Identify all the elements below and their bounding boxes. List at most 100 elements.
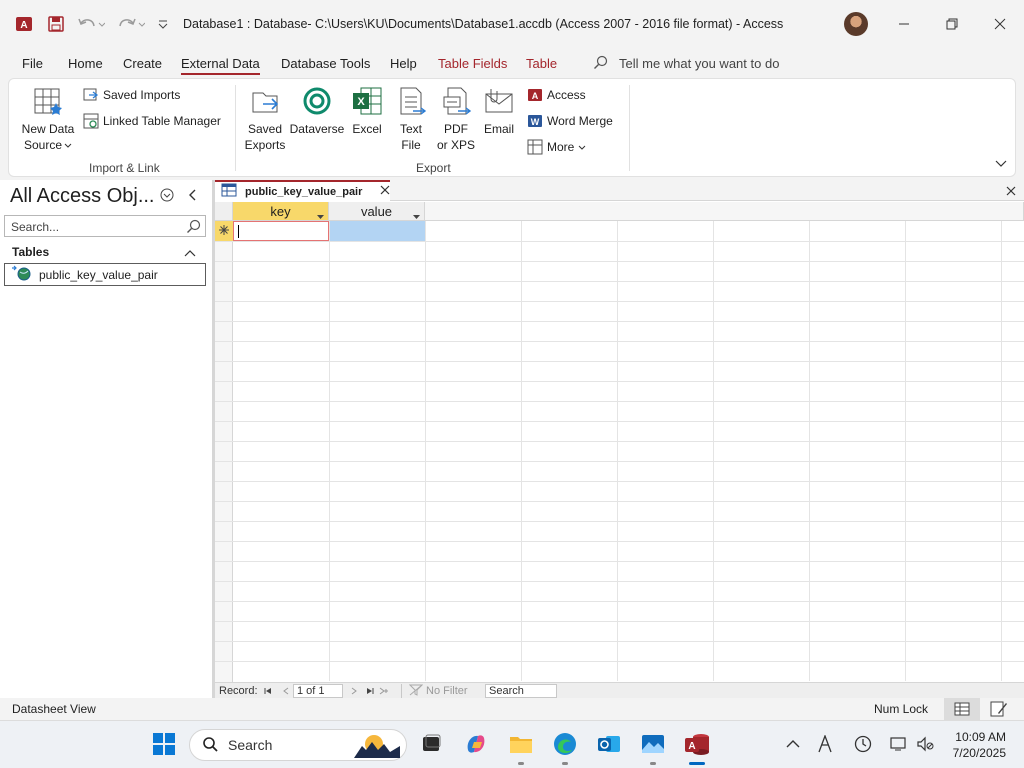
column-header-empty[interactable] [425, 202, 1024, 221]
grid-line [215, 461, 1024, 462]
email-button[interactable]: Email [479, 85, 519, 137]
tab-database-tools[interactable]: Database Tools [281, 56, 370, 71]
active-app-indicator [689, 762, 705, 765]
copilot-icon[interactable] [463, 731, 489, 757]
tell-me-text: Tell me what you want to do [619, 56, 780, 71]
minimize-button[interactable] [889, 12, 919, 36]
nav-pane-menu-icon[interactable] [160, 188, 174, 205]
access-taskbar-icon[interactable]: A [684, 731, 710, 757]
close-tab-icon[interactable] [380, 185, 390, 198]
edge-browser-icon[interactable] [552, 731, 578, 757]
nav-item-table[interactable]: public_key_value_pair [4, 263, 206, 286]
task-view-icon[interactable] [418, 731, 444, 757]
previous-record-icon[interactable] [281, 684, 291, 698]
tab-file[interactable]: File [22, 56, 43, 71]
grid-line [521, 221, 522, 681]
dataverse-button[interactable]: Dataverse [289, 85, 345, 137]
pdf-xps-button[interactable]: PDF or XPS [433, 85, 479, 153]
more-label: More [547, 140, 575, 154]
linked-table-manager-button[interactable]: Linked Table Manager [83, 113, 221, 129]
tab-help[interactable]: Help [390, 56, 417, 71]
collapse-ribbon-icon[interactable] [995, 157, 1007, 171]
datasheet-view-button[interactable] [944, 698, 980, 720]
last-record-icon[interactable] [365, 684, 375, 698]
saved-imports-button[interactable]: Saved Imports [83, 87, 180, 103]
select-all-corner[interactable] [215, 202, 233, 221]
value-cell-input[interactable] [329, 221, 425, 241]
svg-text:A: A [20, 20, 27, 31]
more-icon [527, 139, 543, 155]
grid-line [215, 641, 1024, 642]
save-icon[interactable] [44, 12, 68, 36]
chevron-up-icon[interactable] [184, 246, 196, 260]
clock-sync-icon[interactable] [850, 731, 876, 757]
windows-start-icon[interactable] [151, 731, 177, 757]
new-data-source-button[interactable]: New Data Source [19, 85, 77, 153]
new-record-nav-icon[interactable] [379, 684, 391, 698]
tab-home[interactable]: Home [68, 56, 103, 71]
undo-icon[interactable] [74, 12, 108, 36]
clock-time: 10:09 AM [955, 730, 1006, 744]
pen-menu-icon[interactable] [812, 731, 838, 757]
grid-line [713, 221, 714, 681]
record-search-input[interactable]: Search [485, 684, 557, 698]
tab-table[interactable]: Table [526, 56, 557, 71]
search-icon [186, 218, 202, 237]
customize-qat-icon[interactable] [154, 12, 172, 36]
document-tab-bar: public_key_value_pair [215, 180, 1024, 201]
volume-muted-icon[interactable] [912, 731, 938, 757]
column-header-label: key [270, 203, 291, 219]
nav-search-input[interactable]: Search... [4, 215, 206, 237]
taskbar-clock[interactable]: 10:09 AM 7/20/2025 [944, 729, 1006, 761]
nav-item-label: public_key_value_pair [39, 267, 158, 282]
taskbar-search-box[interactable]: Search [189, 729, 407, 761]
restore-button[interactable] [937, 12, 967, 36]
excel-button[interactable]: X Excel [347, 85, 387, 137]
lightbulb-icon [593, 54, 609, 73]
shutter-bar-close-icon[interactable] [186, 188, 200, 205]
new-record-star-icon [219, 224, 229, 238]
close-document-icon[interactable] [1006, 185, 1016, 199]
linked-table-manager-label: Linked Table Manager [103, 114, 221, 128]
close-window-button[interactable] [985, 12, 1015, 36]
next-record-icon[interactable] [349, 684, 359, 698]
redo-icon[interactable] [114, 12, 148, 36]
user-avatar[interactable] [844, 12, 868, 36]
saved-exports-button[interactable]: Saved Exports [243, 85, 287, 153]
column-header-key[interactable]: key [233, 202, 329, 221]
new-record-selector[interactable] [215, 221, 233, 241]
nav-pane-title[interactable]: All Access Obj... [10, 185, 155, 208]
no-filter-button[interactable]: No Filter [408, 684, 468, 698]
grid-line [215, 581, 1024, 582]
document-tab[interactable]: public_key_value_pair [215, 180, 390, 201]
text-file-button[interactable]: Text File [391, 85, 431, 153]
current-record-input[interactable]: 1 of 1 [293, 684, 343, 698]
export-access-button[interactable]: A Access [527, 87, 586, 103]
grid-line [215, 341, 1024, 342]
tab-external-data[interactable]: External Data [181, 56, 260, 75]
grid-line [809, 221, 810, 681]
datasheet-grid[interactable]: key value [215, 202, 1024, 682]
network-icon[interactable] [886, 731, 912, 757]
column-header-value[interactable]: value [329, 202, 425, 221]
outlook-icon[interactable] [596, 731, 622, 757]
navigation-pane: All Access Obj... Search... Tables publi… [0, 180, 212, 698]
tab-create[interactable]: Create [123, 56, 162, 71]
first-record-icon[interactable] [263, 684, 273, 698]
grid-line [905, 221, 906, 681]
word-merge-button[interactable]: W Word Merge [527, 113, 613, 129]
running-indicator [562, 762, 568, 765]
show-hidden-icons-icon[interactable] [780, 731, 806, 757]
text-file-icon [395, 85, 427, 117]
record-selector-column [215, 202, 233, 682]
no-filter-label: No Filter [426, 685, 468, 697]
tell-me-box[interactable]: Tell me what you want to do [593, 54, 779, 73]
key-cell-input[interactable] [233, 221, 329, 241]
photos-icon[interactable] [640, 731, 666, 757]
grid-line [215, 441, 1024, 442]
tab-table-fields[interactable]: Table Fields [438, 56, 507, 71]
file-explorer-icon[interactable] [508, 731, 534, 757]
more-button[interactable]: More [527, 139, 586, 155]
design-view-button[interactable] [990, 701, 1008, 720]
nav-section-tables[interactable]: Tables [4, 242, 206, 262]
